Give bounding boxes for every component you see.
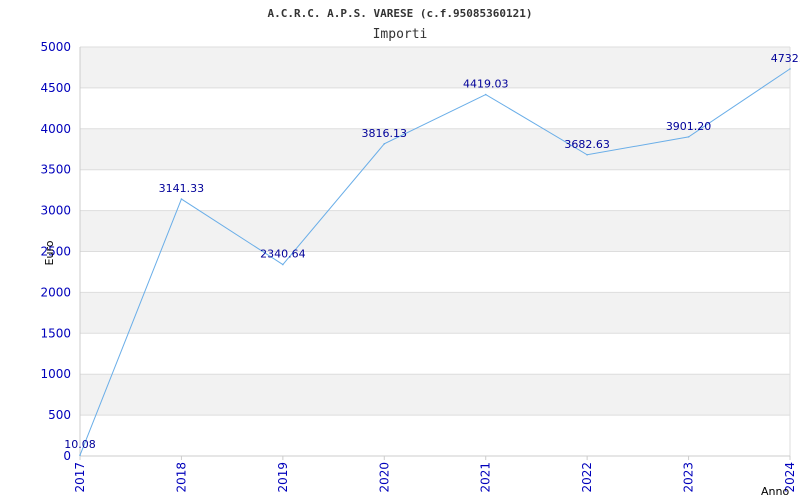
data-label: 2340.64 [260, 248, 306, 261]
y-tick-label: 5000 [40, 40, 71, 54]
y-tick-label: 1500 [40, 326, 71, 340]
data-label: 3141.33 [159, 182, 205, 195]
x-tick-label: 2018 [174, 462, 188, 493]
data-label: 3816.13 [362, 127, 408, 140]
grid-band [80, 210, 790, 252]
y-tick-label: 4500 [40, 81, 71, 95]
data-point [79, 454, 81, 456]
x-tick-label: 2021 [479, 462, 493, 493]
y-tick-label: 3500 [40, 163, 71, 177]
x-axis-label: Anno [761, 485, 789, 498]
data-label: 4732.6 [771, 52, 800, 65]
grid-band [80, 251, 790, 293]
data-label: 3901.20 [666, 120, 712, 133]
grid-band [80, 47, 790, 88]
x-tick-label: 2022 [580, 462, 594, 493]
y-tick-label: 4000 [40, 122, 71, 136]
data-point [180, 198, 183, 200]
data-point [484, 93, 487, 96]
grid-band [80, 374, 790, 416]
x-tick-labels: 2017 2018 2019 2020 2021 2022 2023 2024 [73, 462, 797, 493]
chart-subtitle: Importi [373, 27, 428, 42]
x-tick-label: 2020 [377, 462, 391, 493]
chart-title: A.C.R.C. A.P.S. VARESE (c.f.95085360121) [268, 7, 533, 20]
data-label: 3682.63 [564, 138, 610, 151]
data-point [282, 263, 284, 266]
chart: 0500100015002000250030003500400045005000… [40, 7, 800, 498]
grid-band [80, 128, 790, 170]
x-tick-label: 2019 [276, 462, 290, 493]
grid-band [80, 292, 790, 334]
y-tick-label: 500 [48, 408, 71, 422]
grid-band [80, 333, 790, 375]
grid-band [80, 415, 790, 456]
y-tick-label: 1000 [40, 367, 71, 381]
y-axis-label: Euro [43, 240, 56, 265]
y-tick-label: 2000 [40, 285, 71, 299]
data-label: 4419.03 [463, 78, 509, 91]
data-point [687, 136, 690, 138]
x-tick-label: 2023 [682, 462, 696, 493]
data-point [586, 153, 588, 156]
data-point [383, 143, 386, 145]
y-tick-label: 3000 [40, 204, 71, 218]
data-point [789, 68, 791, 70]
x-tick-label: 2017 [73, 462, 87, 493]
data-label: 10.08 [64, 438, 96, 451]
